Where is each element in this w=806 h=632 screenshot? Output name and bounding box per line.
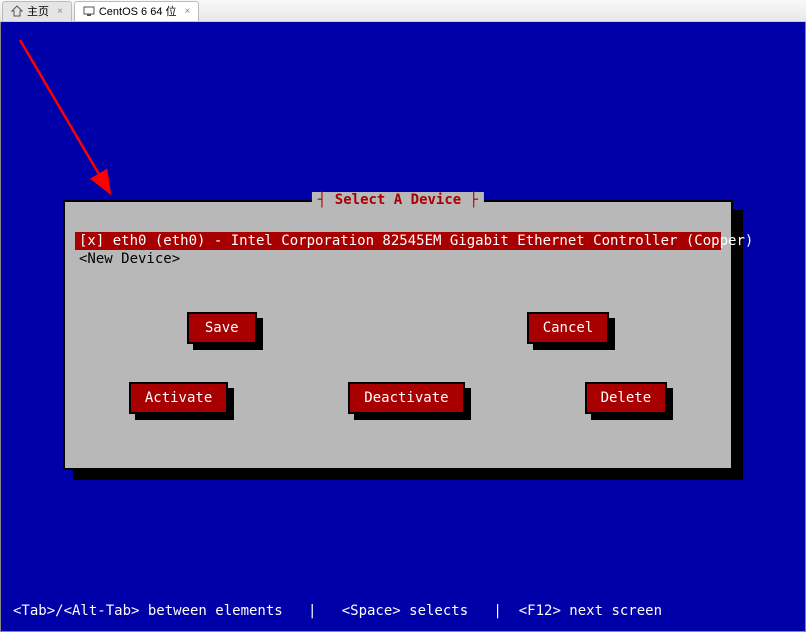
tab-home[interactable]: 主页 × [2, 1, 72, 21]
close-icon[interactable]: × [185, 6, 191, 17]
device-dialog: ┤ Select A Device ├ [x] eth0 (eth0) - In… [63, 200, 733, 470]
device-list: [x] eth0 (eth0) - Intel Corporation 8254… [75, 232, 721, 268]
deactivate-button-label: Deactivate [348, 382, 464, 414]
activate-button[interactable]: Activate [129, 382, 228, 414]
tab-vm-label: CentOS 6 64 位 [99, 3, 177, 19]
tab-home-label: 主页 [27, 3, 49, 19]
deactivate-button[interactable]: Deactivate [348, 382, 464, 414]
activate-button-label: Activate [129, 382, 228, 414]
delete-button[interactable]: Delete [585, 382, 668, 414]
delete-button-label: Delete [585, 382, 668, 414]
device-row-new[interactable]: <New Device> [75, 250, 721, 268]
device-row-eth0[interactable]: [x] eth0 (eth0) - Intel Corporation 8254… [75, 232, 721, 250]
save-button[interactable]: Save [187, 312, 257, 344]
close-icon[interactable]: × [57, 6, 63, 17]
vm-icon [83, 5, 95, 17]
terminal-area: ┤ Select A Device ├ [x] eth0 (eth0) - In… [0, 22, 806, 632]
home-icon [11, 5, 23, 17]
save-button-label: Save [187, 312, 257, 344]
tab-bar: 主页 × CentOS 6 64 位 × [0, 0, 806, 22]
cancel-button[interactable]: Cancel [527, 312, 610, 344]
tab-vm[interactable]: CentOS 6 64 位 × [74, 1, 200, 21]
dialog-title: ┤ Select A Device ├ [312, 192, 484, 208]
footer-hint: <Tab>/<Alt-Tab> between elements | <Spac… [13, 603, 662, 619]
cancel-button-label: Cancel [527, 312, 610, 344]
